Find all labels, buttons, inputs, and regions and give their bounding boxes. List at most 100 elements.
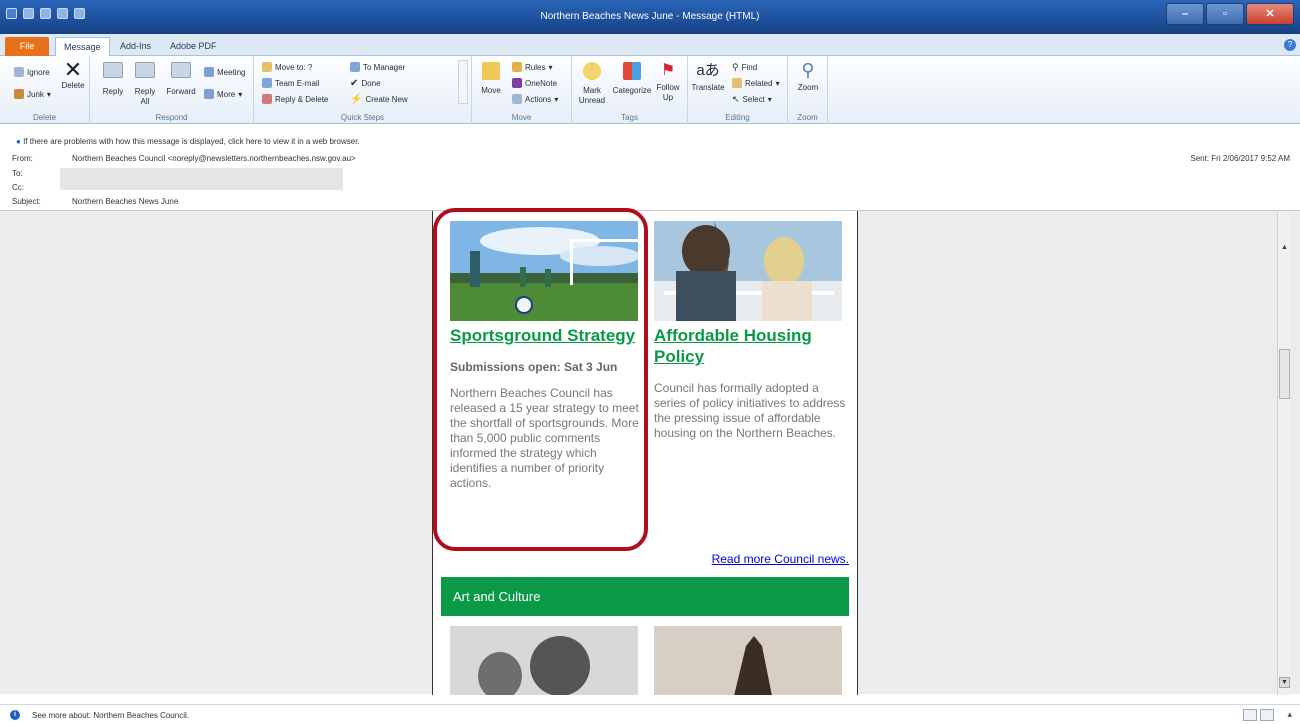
quickstep-move-to[interactable]: Move to: ? bbox=[262, 62, 312, 72]
reply-icon bbox=[103, 62, 123, 78]
group-editing: aあ Translate ⚲ Find Related ▾ ↖ Select ▾ Edit… bbox=[688, 56, 788, 124]
junk-button[interactable]: Junk ▾ bbox=[14, 89, 51, 99]
to-manager-label: To Manager bbox=[363, 62, 406, 72]
team-email-icon bbox=[262, 78, 272, 88]
group-delete: Ignore Junk ▾ ✕ Delete Delete bbox=[0, 56, 90, 124]
select-button[interactable]: ↖ Select ▾ bbox=[732, 94, 772, 105]
categorize-button[interactable]: Categorize bbox=[612, 62, 652, 96]
subject-label: Subject: bbox=[12, 197, 41, 206]
group-move: Move Rules ▾ OneNote Actions ▾ Move bbox=[472, 56, 572, 124]
quickstep-done[interactable]: ✔ Done bbox=[350, 78, 381, 89]
move-button[interactable]: Move bbox=[478, 62, 504, 96]
person-icon[interactable] bbox=[1243, 709, 1257, 721]
group-label-quick-steps: Quick Steps bbox=[340, 113, 385, 122]
people-icons bbox=[1243, 709, 1274, 721]
reply-delete-label: Reply & Delete bbox=[275, 94, 329, 104]
person-icon[interactable] bbox=[1260, 709, 1274, 721]
email-body: Sportsground Strategy Submissions open: … bbox=[432, 211, 858, 695]
more-button[interactable]: More ▾ bbox=[204, 89, 242, 99]
create-new-label: Create New bbox=[365, 95, 408, 104]
section-header-art-culture: Art and Culture bbox=[441, 577, 849, 616]
delete-x-icon: ✕ bbox=[63, 57, 83, 82]
find-label: Find bbox=[741, 63, 758, 72]
categorize-icon bbox=[623, 62, 641, 80]
ignore-icon bbox=[14, 67, 24, 77]
ribbon: Ignore Junk ▾ ✕ Delete Delete Reply Reply … bbox=[0, 56, 1300, 124]
info-bar[interactable]: ● If there are problems with how this me… bbox=[16, 137, 360, 146]
people-pane-bar: i See more about: Northern Beaches Counc… bbox=[0, 704, 1300, 724]
group-label-respond: Respond bbox=[155, 113, 188, 122]
follow-up-label: Follow Up bbox=[656, 83, 680, 102]
close-button[interactable]: ✕ bbox=[1246, 3, 1294, 25]
move-to-label: Move to: ? bbox=[275, 62, 313, 72]
sent-date: Sent: Fri 2/06/2017 9:52 AM bbox=[1190, 154, 1290, 163]
reply-button[interactable]: Reply bbox=[100, 62, 126, 97]
group-label-tags: Tags bbox=[621, 113, 638, 122]
translate-button[interactable]: aあ Translate bbox=[690, 62, 726, 93]
scroll-thumb[interactable] bbox=[1279, 349, 1290, 399]
quickstep-to-manager[interactable]: To Manager bbox=[350, 62, 405, 72]
info-icon: ● bbox=[16, 137, 21, 146]
mark-unread-button[interactable]: Mark Unread bbox=[576, 62, 608, 106]
quicksteps-scroll[interactable] bbox=[458, 60, 468, 104]
onenote-label: OneNote bbox=[525, 78, 558, 88]
sportsground-title-link[interactable]: Sportsground Strategy bbox=[450, 325, 642, 346]
see-more-about[interactable]: See more about: Northern Beaches Council… bbox=[32, 711, 189, 720]
sportsground-subtitle: Submissions open: Sat 3 Jun bbox=[450, 360, 618, 374]
zoom-button[interactable]: ⚲ Zoom bbox=[792, 60, 824, 93]
reply-all-icon bbox=[135, 62, 155, 78]
forward-button[interactable]: Forward bbox=[164, 62, 198, 97]
actions-button[interactable]: Actions ▾ bbox=[512, 94, 558, 104]
from-value[interactable]: Northern Beaches Council <noreply@newsle… bbox=[72, 154, 356, 163]
article-affordable-housing: Affordable Housing Policy Council has fo… bbox=[654, 221, 846, 441]
delete-button[interactable]: ✕ Delete bbox=[60, 59, 86, 91]
more-label: More bbox=[217, 89, 236, 99]
scroll-up-arrow[interactable]: ▲ bbox=[1279, 243, 1290, 254]
housing-title-link[interactable]: Affordable Housing Policy bbox=[654, 325, 846, 367]
scroll-down-arrow[interactable]: ▼ bbox=[1279, 677, 1290, 688]
quickstep-reply-delete[interactable]: Reply & Delete bbox=[262, 94, 328, 104]
maximize-button[interactable]: ▫ bbox=[1206, 3, 1244, 25]
vertical-scrollbar[interactable]: ▲ ▼ bbox=[1277, 211, 1290, 695]
translate-label: Translate bbox=[691, 83, 725, 92]
follow-up-button[interactable]: ⚑ Follow Up bbox=[654, 62, 682, 103]
move-icon bbox=[482, 62, 500, 80]
related-button[interactable]: Related ▾ bbox=[732, 78, 780, 88]
reply-all-button[interactable]: Reply All bbox=[132, 62, 158, 107]
quickstep-create-new[interactable]: ⚡ Create New bbox=[350, 94, 408, 105]
rules-button[interactable]: Rules ▾ bbox=[512, 62, 552, 72]
help-icon[interactable]: ? bbox=[1284, 39, 1296, 51]
read-more-link[interactable]: Read more Council news. bbox=[712, 552, 849, 566]
mark-unread-icon bbox=[583, 62, 601, 80]
group-label-move: Move bbox=[511, 113, 532, 122]
reply-all-label: Reply All bbox=[134, 87, 156, 106]
move-label: Move bbox=[481, 86, 501, 95]
tab-adobe-pdf[interactable]: Adobe PDF bbox=[162, 37, 225, 56]
reply-delete-icon bbox=[262, 94, 272, 104]
title-bar: Northern Beaches News June - Message (HT… bbox=[0, 0, 1300, 34]
team-email-label: Team E-mail bbox=[275, 78, 320, 88]
minimize-button[interactable]: – bbox=[1166, 3, 1204, 25]
binoculars-icon: ⚲ bbox=[732, 62, 739, 72]
window-title: Northern Beaches News June - Message (HT… bbox=[540, 11, 760, 22]
soccer-image bbox=[450, 221, 638, 321]
group-respond: Reply Reply All Forward Meeting More ▾ Re… bbox=[90, 56, 254, 124]
tab-add-ins[interactable]: Add-Ins bbox=[112, 37, 159, 56]
rules-label: Rules bbox=[525, 62, 546, 72]
quickstep-team-email[interactable]: Team E-mail bbox=[262, 78, 319, 88]
related-label: Related bbox=[745, 78, 773, 88]
meeting-icon bbox=[204, 67, 214, 77]
categorize-label: Categorize bbox=[612, 86, 652, 95]
meeting-label: Meeting bbox=[217, 67, 246, 77]
ignore-button[interactable]: Ignore bbox=[14, 67, 50, 77]
find-button[interactable]: ⚲ Find bbox=[732, 62, 757, 73]
expand-caret-icon[interactable]: ▴ bbox=[1287, 709, 1292, 720]
tab-message[interactable]: Message bbox=[55, 37, 110, 56]
tab-file[interactable]: File bbox=[5, 37, 49, 56]
group-quick-steps: Move to: ? Team E-mail Reply & Delete To… bbox=[254, 56, 472, 124]
meeting-button[interactable]: Meeting bbox=[204, 67, 245, 77]
onenote-button[interactable]: OneNote bbox=[512, 78, 557, 88]
sportsground-body: Northern Beaches Council has released a … bbox=[450, 386, 639, 490]
ribbon-tabs: File Message Add-Ins Adobe PDF ? bbox=[0, 34, 1300, 56]
to-label: To: bbox=[12, 169, 23, 178]
